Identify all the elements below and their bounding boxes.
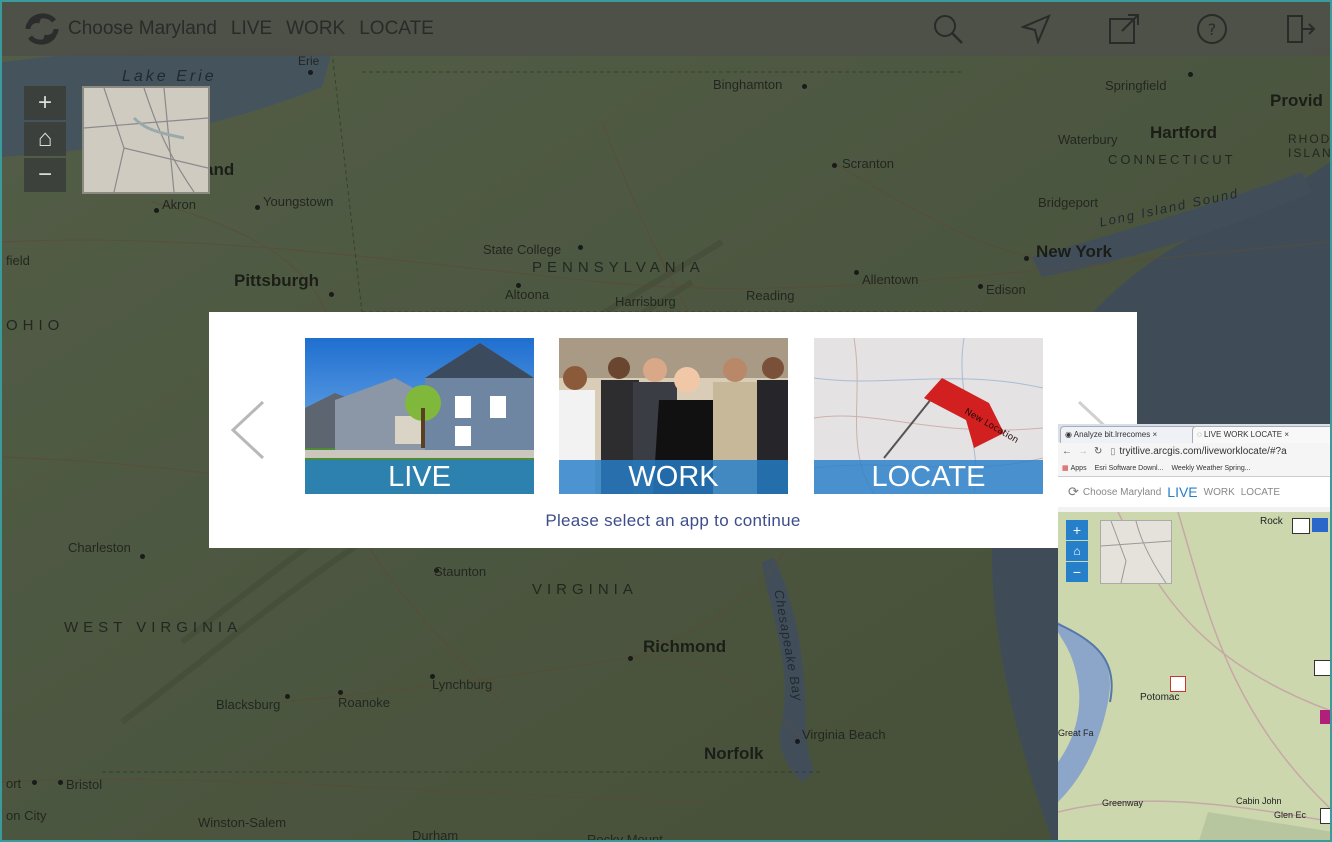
inset-zoom-control: + ⌂ − <box>1066 520 1088 582</box>
inset-overview-graphic <box>1100 520 1172 584</box>
tab-title: Analyze bit.lrrecomes <box>1073 430 1151 439</box>
office-marker-icon[interactable] <box>1312 518 1328 532</box>
inset-map-label: Rock <box>1260 516 1283 527</box>
inset-nav-work[interactable]: WORK <box>1204 487 1235 498</box>
logo-icon <box>22 11 62 47</box>
svg-text:?: ? <box>1208 20 1217 39</box>
apps-grid-icon: ▦ <box>1062 465 1069 472</box>
browser-tab-active[interactable]: ◌ LIVE WORK LOCATE × <box>1192 426 1330 443</box>
browser-tab-strip: ◉ Analyze bit.lrrecomes × ◌ LIVE WORK LO… <box>1058 424 1330 443</box>
overview-map-graphic <box>83 87 209 193</box>
locate-card-label: LOCATE <box>814 460 1043 494</box>
nav-live[interactable]: LIVE <box>231 18 272 40</box>
locate-arrow-icon[interactable] <box>1018 11 1054 47</box>
app-window: Lake Erie Erie Binghamton Springfield Pr… <box>0 0 1332 842</box>
locate-app-card[interactable]: New Location LOCATE <box>814 338 1043 494</box>
inset-nav-locate[interactable]: LOCATE <box>1241 487 1280 498</box>
inset-brand-title[interactable]: Choose Maryland <box>1083 487 1161 498</box>
exit-icon[interactable] <box>1282 11 1318 47</box>
close-icon[interactable]: × <box>1152 430 1157 439</box>
inset-app-header: ⟳ Choose Maryland LIVE WORK LOCATE <box>1058 477 1330 507</box>
reload-icon[interactable]: ↻ <box>1094 446 1102 457</box>
house-marker-icon[interactable] <box>1170 676 1186 692</box>
inset-overview-map[interactable] <box>1100 520 1172 584</box>
bookmark-item[interactable]: Weekly Weather Spring... <box>1171 465 1250 472</box>
help-icon[interactable]: ? <box>1194 11 1230 47</box>
bookmark-item[interactable]: Apps <box>1071 465 1087 472</box>
inset-map[interactable]: + ⌂ − Rock Potomac Great Fa Greenway Cab… <box>1058 511 1330 840</box>
tab-favicon-icon: ◌ <box>1197 430 1202 439</box>
back-arrow-icon[interactable]: ← <box>1062 446 1072 457</box>
chevron-left-icon[interactable] <box>227 400 267 460</box>
inset-zoom-out-button[interactable]: − <box>1066 562 1088 582</box>
app-brand-title[interactable]: Choose Maryland <box>68 18 217 40</box>
inset-map-label: Glen Ec <box>1274 810 1307 820</box>
overview-map[interactable] <box>82 86 210 194</box>
inset-home-button[interactable]: ⌂ <box>1066 541 1088 561</box>
home-button[interactable]: ⌂ <box>24 122 66 156</box>
share-icon[interactable] <box>1106 11 1142 47</box>
work-app-card[interactable]: WORK <box>559 338 788 494</box>
select-app-prompt: Please select an app to continue <box>545 511 801 530</box>
inset-map-label: Cabin John <box>1236 796 1282 806</box>
live-app-card[interactable]: LIVE <box>305 338 534 494</box>
tab-favicon-icon: ◉ <box>1065 430 1072 439</box>
inset-map-label: Greenway <box>1102 798 1144 808</box>
browser-tab[interactable]: ◉ Analyze bit.lrrecomes × <box>1060 426 1200 443</box>
embedded-browser-screenshot: ◉ Analyze bit.lrrecomes × ◌ LIVE WORK LO… <box>1058 424 1330 840</box>
school-marker-icon[interactable] <box>1320 808 1330 824</box>
tab-title: LIVE WORK LOCATE <box>1204 430 1283 439</box>
forward-arrow-icon[interactable]: → <box>1078 446 1088 457</box>
bookmarks-bar: ▦ Apps Esri Software Downl... Weekly Wea… <box>1058 460 1330 477</box>
app-selector-dialog: LIVE WORK New Location LOCATE Please sel… <box>209 312 1137 548</box>
url-field[interactable]: tryitlive.arcgis.com/liveworklocate/#?a <box>1119 446 1286 457</box>
live-card-label: LIVE <box>305 460 534 494</box>
nav-locate[interactable]: LOCATE <box>359 18 434 40</box>
zoom-in-button[interactable]: + <box>24 86 66 120</box>
page-icon: ▯ <box>1110 445 1116 456</box>
logo-icon: ⟳ <box>1068 484 1079 499</box>
inset-zoom-in-button[interactable]: + <box>1066 520 1088 540</box>
close-icon[interactable]: × <box>1284 430 1289 439</box>
search-icon[interactable] <box>930 11 966 47</box>
work-card-label: WORK <box>559 460 788 494</box>
header-toolbar: ? <box>878 2 1318 56</box>
poi-marker-icon[interactable] <box>1320 710 1330 724</box>
browser-address-bar: ← → ↻ ▯ tryitlive.arcgis.com/liveworkloc… <box>1058 442 1330 460</box>
bookmark-item[interactable]: Esri Software Downl... <box>1095 465 1164 472</box>
school-marker-icon[interactable] <box>1314 660 1330 676</box>
inset-nav-live[interactable]: LIVE <box>1167 484 1197 500</box>
inset-map-label: Potomac <box>1140 692 1180 703</box>
zoom-control: + ⌂ − <box>24 86 66 194</box>
nav-work[interactable]: WORK <box>286 18 345 40</box>
zoom-out-button[interactable]: − <box>24 158 66 192</box>
inset-map-label: Great Fa <box>1058 728 1094 738</box>
app-header: Choose Maryland LIVE WORK LOCATE ? <box>2 2 1330 56</box>
school-marker-icon[interactable] <box>1292 518 1310 534</box>
